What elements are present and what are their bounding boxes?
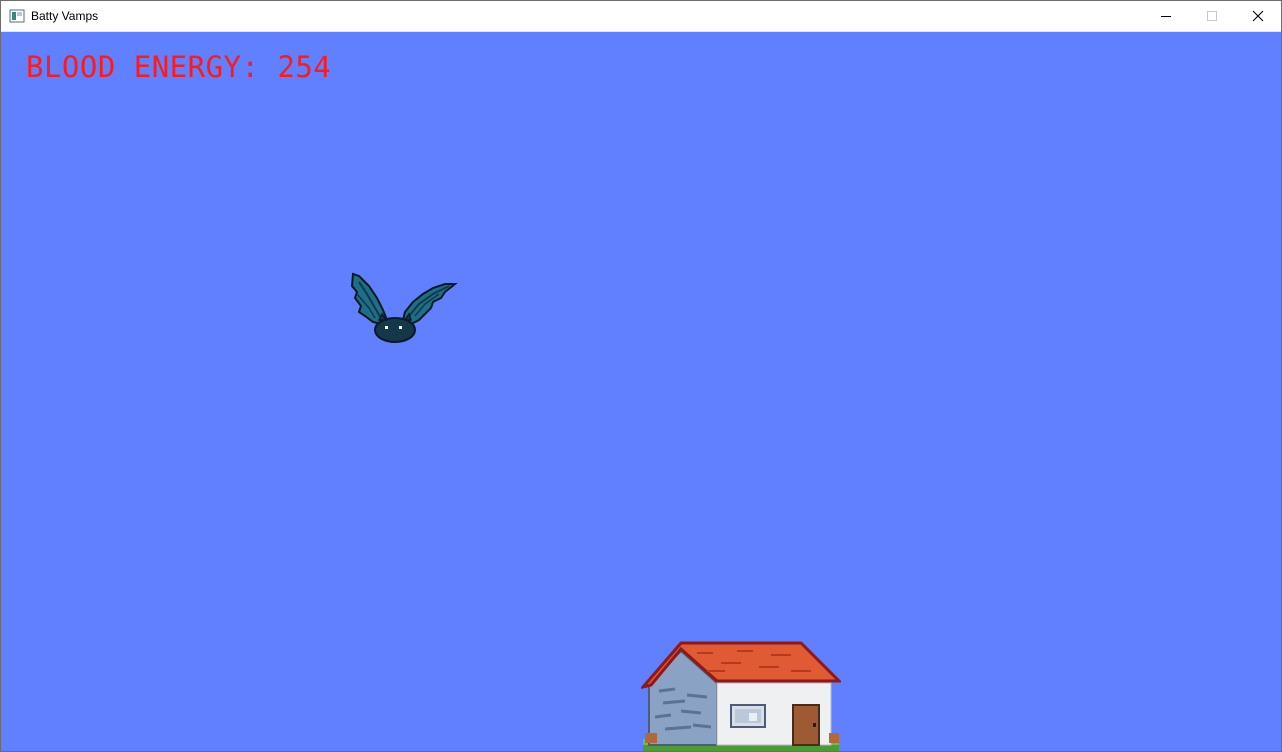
minimize-button[interactable]	[1143, 1, 1189, 31]
bat-sprite	[350, 272, 458, 343]
minimize-icon	[1161, 16, 1171, 17]
maximize-icon	[1207, 11, 1217, 21]
house-sprite	[641, 641, 841, 751]
maximize-button[interactable]	[1189, 1, 1235, 31]
close-icon	[1252, 10, 1264, 22]
game-window: Batty Vamps BLOOD ENERGY: 254	[0, 0, 1282, 752]
window-app-icon	[9, 9, 25, 23]
title-bar[interactable]: Batty Vamps	[1, 1, 1281, 32]
blood-energy-label: BLOOD ENERGY:	[26, 50, 260, 84]
blood-energy-hud: BLOOD ENERGY: 254	[26, 50, 331, 84]
window-title: Batty Vamps	[31, 9, 99, 23]
close-button[interactable]	[1235, 1, 1281, 31]
blood-energy-value: 254	[277, 50, 332, 84]
game-canvas[interactable]: BLOOD ENERGY: 254	[1, 32, 1281, 751]
